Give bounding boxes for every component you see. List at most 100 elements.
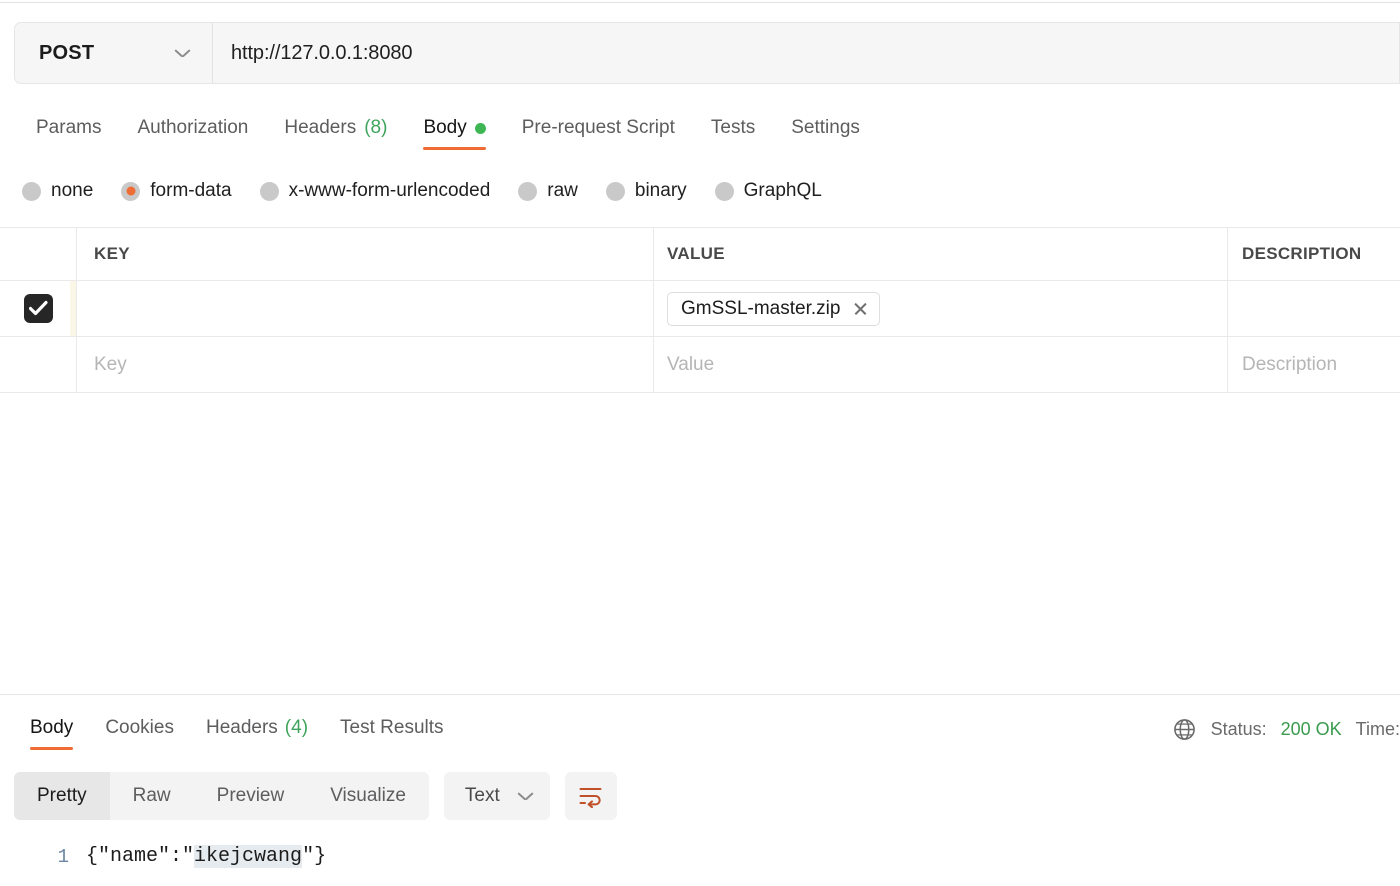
response-body-code: 1 {"name":"ikejcwang"} bbox=[0, 840, 1400, 886]
body-type-raw[interactable]: raw bbox=[518, 180, 578, 202]
tab-pre-request-script[interactable]: Pre-request Script bbox=[504, 106, 693, 150]
http-method-label: POST bbox=[39, 42, 94, 65]
view-mode-raw[interactable]: Raw bbox=[110, 772, 194, 820]
view-mode-visualize[interactable]: Visualize bbox=[307, 772, 429, 820]
response-meta: Status: 200 OK Time: bbox=[1172, 712, 1400, 746]
close-icon[interactable] bbox=[853, 301, 868, 316]
radio-label: binary bbox=[635, 180, 687, 202]
headers-count: (8) bbox=[364, 117, 387, 139]
http-method-select[interactable]: POST bbox=[15, 23, 213, 83]
code-text-before: {"name":" bbox=[86, 845, 194, 868]
code-line[interactable]: {"name":"ikejcwang"} bbox=[86, 840, 326, 874]
response-format-label: Text bbox=[465, 785, 500, 807]
row-description-cell[interactable] bbox=[1228, 281, 1400, 336]
status-label: Status: bbox=[1211, 719, 1267, 740]
tab-tests[interactable]: Tests bbox=[693, 106, 773, 150]
empty-row-description-input[interactable]: Description bbox=[1228, 337, 1400, 392]
response-tab-test-results[interactable]: Test Results bbox=[324, 706, 459, 750]
row-checkbox[interactable] bbox=[24, 294, 53, 323]
time-label: Time: bbox=[1356, 719, 1400, 740]
chevron-down-icon bbox=[518, 792, 533, 801]
green-dot-icon bbox=[475, 123, 486, 134]
table-empty-row: Key Value Description bbox=[0, 337, 1400, 393]
response-format-select[interactable]: Text bbox=[444, 772, 550, 820]
empty-row-value-input[interactable]: Value bbox=[654, 337, 1228, 392]
tab-body[interactable]: Body bbox=[405, 106, 503, 150]
value-placeholder: Value bbox=[667, 354, 714, 376]
tab-label: Params bbox=[36, 117, 101, 139]
body-type-x-www-form-urlencoded[interactable]: x-www-form-urlencoded bbox=[260, 180, 491, 202]
body-type-none[interactable]: none bbox=[22, 180, 93, 202]
row-key-cell[interactable] bbox=[77, 281, 654, 336]
radio-label: raw bbox=[547, 180, 578, 202]
status-badge: 200 OK bbox=[1281, 719, 1342, 740]
url-input[interactable]: http://127.0.0.1:8080 bbox=[213, 23, 1399, 83]
response-tab-body[interactable]: Body bbox=[14, 706, 89, 750]
file-chip[interactable]: GmSSL-master.zip bbox=[667, 292, 880, 326]
word-wrap-button[interactable] bbox=[565, 772, 617, 820]
response-view-mode-group: Pretty Raw Preview Visualize bbox=[14, 772, 429, 820]
file-name-label: GmSSL-master.zip bbox=[681, 298, 840, 320]
view-mode-label: Visualize bbox=[330, 785, 406, 807]
radio-icon bbox=[22, 182, 41, 201]
radio-label: none bbox=[51, 180, 93, 202]
active-tab-underline bbox=[30, 747, 73, 750]
header-cell-key: KEY bbox=[77, 228, 654, 280]
response-toolbar: Pretty Raw Preview Visualize Text bbox=[14, 772, 617, 820]
tab-params[interactable]: Params bbox=[18, 106, 119, 150]
header-cell-description: DESCRIPTION bbox=[1228, 228, 1400, 280]
body-type-radio-group: none form-data x-www-form-urlencoded raw… bbox=[22, 172, 850, 210]
column-header-label: DESCRIPTION bbox=[1242, 244, 1361, 264]
empty-row-key-input[interactable]: Key bbox=[77, 337, 654, 392]
view-mode-label: Raw bbox=[133, 785, 171, 807]
body-type-binary[interactable]: binary bbox=[606, 180, 687, 202]
row-checkbox-cell bbox=[0, 281, 77, 336]
column-header-label: VALUE bbox=[667, 244, 725, 264]
code-text-highlight: ikejcwang bbox=[194, 845, 302, 868]
tab-label: Cookies bbox=[105, 717, 174, 739]
header-cell-value: VALUE bbox=[654, 228, 1228, 280]
tab-authorization[interactable]: Authorization bbox=[119, 106, 266, 150]
request-tabs: Params Authorization Headers (8) Body Pr… bbox=[0, 106, 1400, 152]
table-row: GmSSL-master.zip bbox=[0, 281, 1400, 337]
tab-headers[interactable]: Headers (8) bbox=[266, 106, 405, 150]
body-type-form-data[interactable]: form-data bbox=[121, 180, 231, 202]
tab-label: Test Results bbox=[340, 717, 443, 739]
row-value-cell[interactable]: GmSSL-master.zip bbox=[654, 281, 1228, 336]
check-icon bbox=[29, 300, 48, 317]
key-placeholder: Key bbox=[94, 354, 127, 376]
view-mode-pretty[interactable]: Pretty bbox=[14, 772, 110, 820]
line-number: 1 bbox=[0, 840, 86, 874]
radio-label: form-data bbox=[150, 180, 231, 202]
radio-label: GraphQL bbox=[744, 180, 822, 202]
table-header-row: KEY VALUE DESCRIPTION bbox=[0, 227, 1400, 281]
description-placeholder: Description bbox=[1242, 354, 1337, 376]
url-bar: POST http://127.0.0.1:8080 bbox=[14, 22, 1400, 84]
tab-label: Tests bbox=[711, 117, 755, 139]
chevron-down-icon bbox=[175, 49, 190, 58]
header-cell-checkbox bbox=[0, 228, 77, 280]
postman-request-response-view: POST http://127.0.0.1:8080 Params Author… bbox=[0, 0, 1400, 886]
column-header-label: KEY bbox=[94, 244, 130, 264]
radio-icon bbox=[260, 182, 279, 201]
tab-label: Pre-request Script bbox=[522, 117, 675, 139]
tab-label: Authorization bbox=[137, 117, 248, 139]
empty-row-checkbox-cell bbox=[0, 337, 77, 392]
response-panel-divider[interactable] bbox=[0, 694, 1400, 695]
radio-icon bbox=[518, 182, 537, 201]
tab-label: Headers bbox=[206, 717, 278, 739]
response-tab-headers[interactable]: Headers (4) bbox=[190, 706, 324, 750]
radio-icon bbox=[715, 182, 734, 201]
radio-label: x-www-form-urlencoded bbox=[289, 180, 491, 202]
response-tab-cookies[interactable]: Cookies bbox=[89, 706, 190, 750]
form-data-table: KEY VALUE DESCRIPTION bbox=[0, 227, 1400, 393]
view-mode-preview[interactable]: Preview bbox=[194, 772, 308, 820]
headers-count: (4) bbox=[285, 717, 308, 739]
word-wrap-icon bbox=[578, 785, 603, 808]
radio-icon bbox=[121, 182, 140, 201]
tab-settings[interactable]: Settings bbox=[773, 106, 878, 150]
code-text-after: "} bbox=[302, 845, 326, 868]
body-type-graphql[interactable]: GraphQL bbox=[715, 180, 822, 202]
view-mode-label: Preview bbox=[217, 785, 285, 807]
globe-icon[interactable] bbox=[1172, 717, 1197, 742]
